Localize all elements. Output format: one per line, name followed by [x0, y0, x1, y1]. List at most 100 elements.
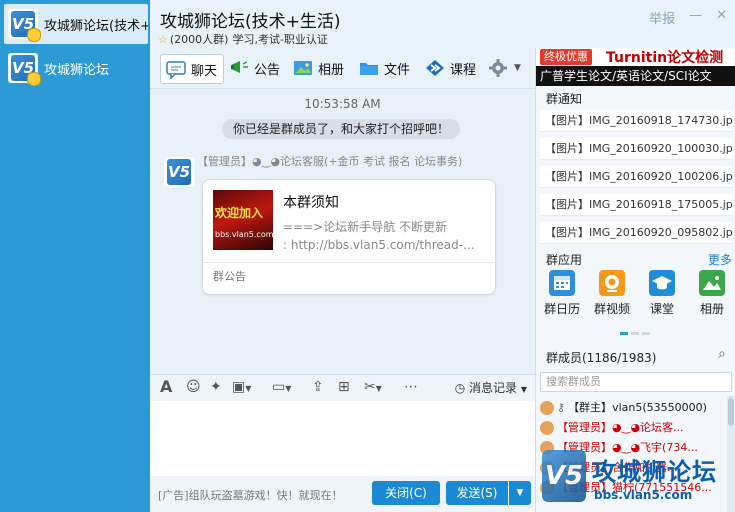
member-item[interactable]: 【管理员】 合作加机器...: [540, 458, 732, 478]
member-name: ◕‿◕飞宇(734...: [612, 441, 698, 454]
notice-item[interactable]: 【图片】IMG_20160920_100206.jpg: [540, 166, 732, 188]
group-avatar: V5: [8, 9, 41, 42]
tab-announcement[interactable]: 公告: [228, 54, 280, 82]
magic-wand-icon[interactable]: ✦: [210, 379, 222, 395]
notice-item[interactable]: 【图片】IMG_20160920_100030.jpg: [540, 138, 732, 160]
member-item[interactable]: 【管理员】 ◕‿◕飞宇(734...: [540, 438, 732, 458]
more-apps-link[interactable]: 更多: [708, 251, 732, 268]
app-classroom[interactable]: 课堂: [640, 270, 684, 317]
sender-name[interactable]: 【管理员】◕‿◕论坛客服(+金币 考试 报名 论坛事务): [197, 153, 462, 169]
notice-item[interactable]: 【图片】IMG_20160918_175005.jpg: [540, 194, 732, 216]
chevron-down-icon: ▼: [520, 385, 527, 394]
smiley-badge-icon: [27, 72, 41, 86]
tab-settings[interactable]: ▼: [488, 54, 521, 82]
member-item[interactable]: 【管理员】 猫柠(771551546...: [540, 478, 732, 498]
chevron-down-icon: ▼: [514, 63, 521, 73]
chat-icon: [166, 61, 186, 79]
system-message: 你已经是群成员了，和大家打个招呼吧！: [222, 119, 460, 139]
apps-pager[interactable]: [620, 332, 650, 335]
app-label: 群视频: [593, 302, 630, 316]
member-role: 【管理员】: [557, 461, 612, 474]
member-avatar: [540, 441, 554, 455]
send-button[interactable]: 发送(S): [446, 481, 508, 505]
sender-avatar[interactable]: V5: [164, 157, 194, 187]
smiley-badge-icon: [27, 28, 41, 42]
close-window-button[interactable]: ✕: [716, 8, 727, 27]
announcement-card[interactable]: 欢迎加入 bbs.vlan5.com 本群须知 ===>论坛新手导航 不断更新 …: [202, 179, 496, 295]
settings-icon: [489, 59, 507, 77]
tab-course[interactable]: 课程: [424, 54, 476, 82]
tab-files[interactable]: 文件: [358, 54, 410, 82]
folder-icon: [360, 63, 378, 75]
member-search-input[interactable]: 搜索群成员: [540, 372, 732, 392]
notice-item[interactable]: 【图片】IMG_20160920_095802.jpg: [540, 222, 732, 244]
clock-icon: ◷: [454, 381, 466, 395]
member-role: 【管理员】: [557, 441, 612, 454]
member-name: ◕‿◕论坛客...: [612, 421, 684, 434]
member-item[interactable]: 【管理员】 ◕‿◕论坛客...: [540, 418, 732, 438]
member-role: 【群主】: [568, 401, 613, 414]
emoji-icon[interactable]: ☺: [186, 379, 201, 395]
banner-top: 终极优惠 Turnitin论文检测: [536, 48, 735, 66]
upload-icon[interactable]: ⇪: [312, 379, 324, 395]
member-item[interactable]: ⚷ 【群主】 vlan5(53550000): [540, 398, 732, 418]
image-icon[interactable]: ▭▼: [272, 379, 291, 395]
member-role: 【管理员】: [557, 421, 612, 434]
history-label: 消息记录: [469, 381, 518, 395]
message-history-button[interactable]: ◷ 消息记录 ▼: [455, 379, 527, 396]
notices-title: 群通知: [546, 92, 583, 106]
card-thumbnail: 欢迎加入 bbs.vlan5.com: [213, 190, 273, 250]
members-title: 群成员(1186/1983): [546, 351, 657, 365]
scrollbar-thumb[interactable]: [728, 398, 734, 426]
app-label: 群日历: [543, 302, 580, 316]
group-title: 攻城狮论坛(技术+生活): [160, 12, 341, 32]
calendar-icon: [549, 270, 575, 296]
conversation-name: 攻城狮论坛(技术+生活): [44, 18, 148, 34]
tab-chat[interactable]: 聊天: [160, 54, 225, 84]
card-title: 本群须知: [283, 195, 339, 211]
app-photo-album[interactable]: 相册: [690, 270, 734, 317]
ad-link[interactable]: [广告]组队玩盗墓游戏！快！就现在！: [158, 487, 343, 503]
app-video[interactable]: 群视频: [590, 270, 634, 317]
font-icon[interactable]: A: [160, 377, 172, 396]
album-icon: [294, 61, 312, 75]
thumbnail-text: 欢迎加入: [215, 206, 264, 220]
tab-label: 课程: [450, 62, 477, 78]
window-controls: 举报 — ✕: [649, 8, 727, 27]
minimize-button[interactable]: —: [689, 8, 702, 27]
members-scrollbar[interactable]: [727, 396, 735, 512]
member-name: vlan5(53550000): [612, 401, 707, 414]
conversation-item-group-alt[interactable]: V5 攻城狮论坛: [4, 48, 148, 88]
conversation-item-group-main[interactable]: V5 攻城狮论坛(技术+生活): [4, 4, 148, 44]
message-input[interactable]: [150, 401, 535, 476]
group-tags: 学习,考试-职业认证: [232, 33, 328, 46]
star-icon: ☆: [158, 32, 168, 46]
more-icon[interactable]: ⋯: [404, 379, 418, 395]
tab-label: 公告: [254, 62, 281, 78]
scissors-icon[interactable]: ✂▼: [364, 379, 382, 395]
report-button[interactable]: 举报: [649, 8, 675, 27]
member-avatar: [540, 481, 554, 495]
photo-icon: [699, 270, 725, 296]
ad-banner[interactable]: 终极优惠 Turnitin论文检测 广普学生论文/英语论文/SCI论文: [536, 48, 735, 86]
sticker-icon[interactable]: ▣▼: [232, 379, 251, 395]
app-calendar[interactable]: 群日历: [540, 270, 584, 317]
send-options-chevron-icon[interactable]: ▼: [509, 481, 531, 505]
conversation-name: 攻城狮论坛: [44, 62, 110, 78]
gift-icon[interactable]: ⊞: [338, 379, 350, 395]
announcement-icon: [231, 61, 248, 73]
input-toolbar: A ☺ ✦ ▣▼ ▭▼ ⇪ ⊞ ✂▼ ⋯ ◷ 消息记录 ▼: [150, 374, 535, 401]
search-icon[interactable]: ⌕: [718, 346, 726, 362]
member-avatar: [540, 461, 554, 475]
app-label: 相册: [699, 302, 724, 316]
close-button[interactable]: 关闭(C): [372, 481, 440, 505]
message-area[interactable]: 10:53:58 AM 你已经是群成员了，和大家打个招呼吧！ V5 【管理员】◕…: [150, 89, 535, 374]
course-icon: [426, 60, 444, 76]
member-count: (2000人群): [169, 33, 229, 46]
tab-album[interactable]: 相册: [292, 54, 344, 82]
thumbnail-url: bbs.vlan5.com: [215, 230, 273, 239]
tab-label: 文件: [384, 62, 411, 78]
notice-item[interactable]: 【图片】IMG_20160918_174730.jpg: [540, 110, 732, 132]
conversation-sidebar: V5 攻城狮论坛(技术+生活) V5 攻城狮论坛: [0, 0, 150, 512]
group-info-panel: 终极优惠 Turnitin论文检测 广普学生论文/英语论文/SCI论文 群通知 …: [535, 48, 735, 512]
